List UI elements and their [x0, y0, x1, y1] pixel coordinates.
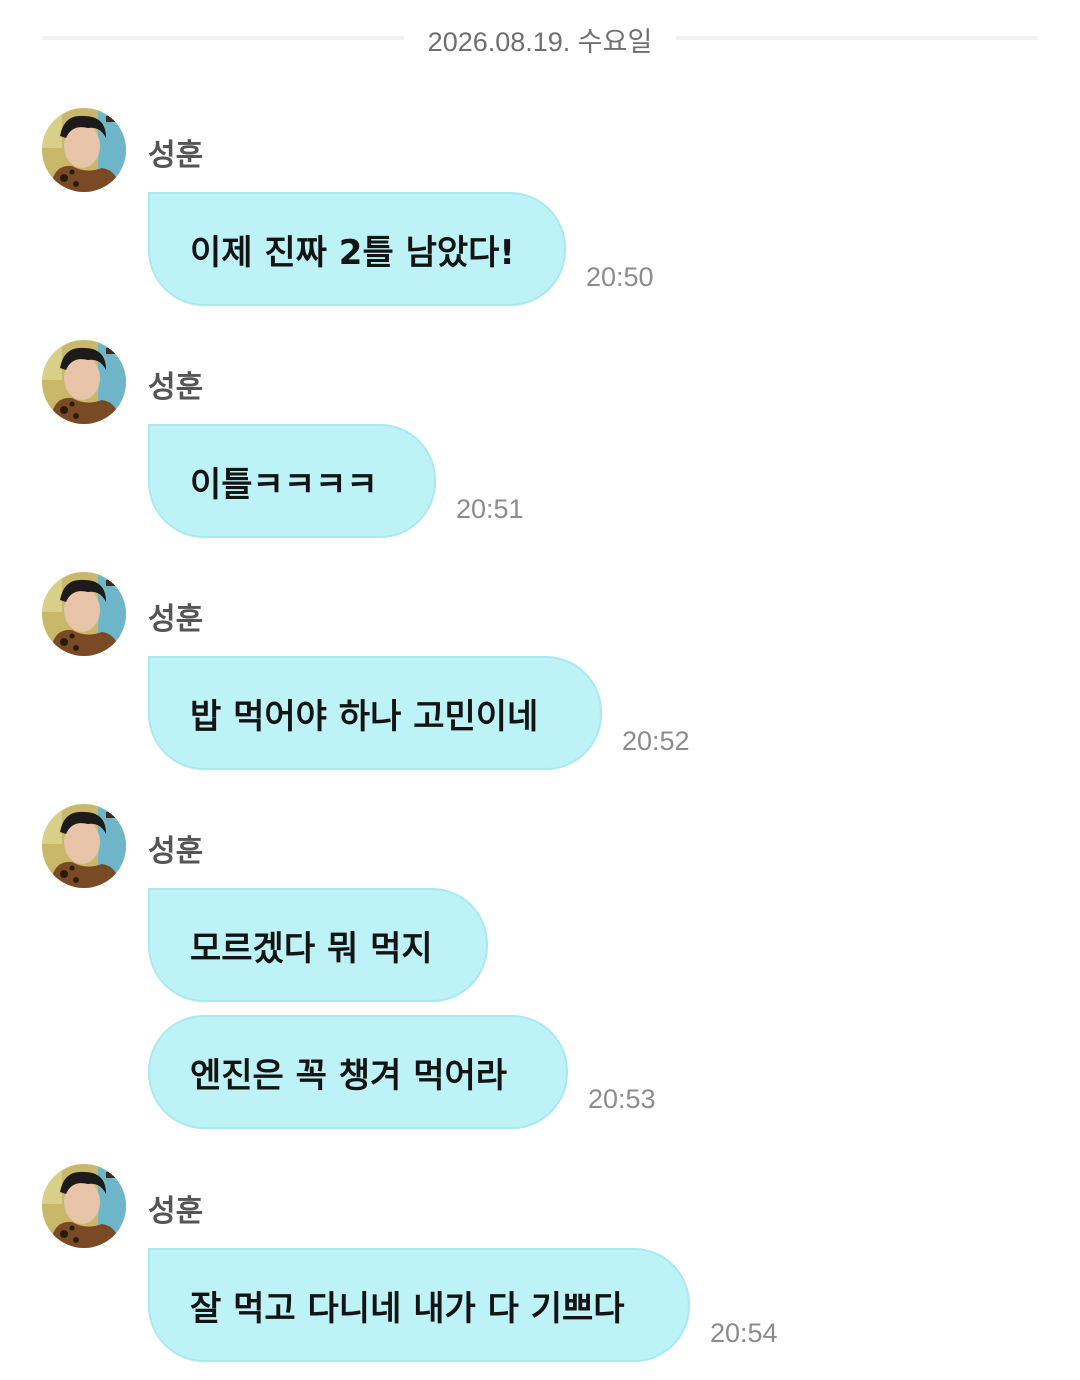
sender-name: 성훈 — [148, 1194, 204, 1229]
message-text: 이제 진짜 2틀 남았다! — [190, 232, 515, 273]
sender-name: 성훈 — [148, 138, 204, 173]
date-separator-line-left — [42, 36, 404, 40]
message-bubble-continuation[interactable]: 엔진은 꼭 챙겨 먹어라 — [148, 1015, 568, 1129]
date-separator-text: 2026.08.19. 수요일 — [427, 27, 653, 57]
message-time: 20:50 — [586, 262, 654, 292]
message-text: 모르겠다 뭐 먹지 — [190, 928, 433, 969]
message-text: 밥 먹어야 하나 고민이네 — [190, 696, 539, 737]
message-bubble[interactable]: 밥 먹어야 하나 고민이네 — [148, 656, 602, 770]
date-separator: 2026.08.19. 수요일 — [42, 14, 1038, 58]
message-time: 20:54 — [710, 1318, 778, 1348]
sender-avatar[interactable] — [42, 572, 126, 656]
message-bubble[interactable]: 잘 먹고 다니네 내가 다 기쁘다 — [148, 1248, 690, 1362]
message-time: 20:51 — [456, 494, 524, 524]
message-text: 이틀ㅋㅋㅋㅋ — [190, 464, 378, 505]
sender-avatar[interactable] — [42, 804, 126, 888]
message-time: 20:52 — [622, 726, 690, 756]
sender-name: 성훈 — [148, 834, 204, 869]
message-bubble[interactable]: 이틀ㅋㅋㅋㅋ — [148, 424, 436, 538]
sender-avatar[interactable] — [42, 1164, 126, 1248]
sender-name: 성훈 — [148, 602, 204, 637]
sender-avatar[interactable] — [42, 108, 126, 192]
sender-avatar[interactable] — [42, 340, 126, 424]
date-separator-line-right — [676, 36, 1038, 40]
message-bubble[interactable]: 모르겠다 뭐 먹지 — [148, 888, 488, 1002]
message-text: 잘 먹고 다니네 내가 다 기쁘다 — [190, 1288, 625, 1329]
sender-name: 성훈 — [148, 370, 204, 405]
message-bubble[interactable]: 이제 진짜 2틀 남았다! — [148, 192, 566, 306]
message-time: 20:53 — [588, 1084, 656, 1114]
message-text: 엔진은 꼭 챙겨 먹어라 — [190, 1055, 508, 1096]
